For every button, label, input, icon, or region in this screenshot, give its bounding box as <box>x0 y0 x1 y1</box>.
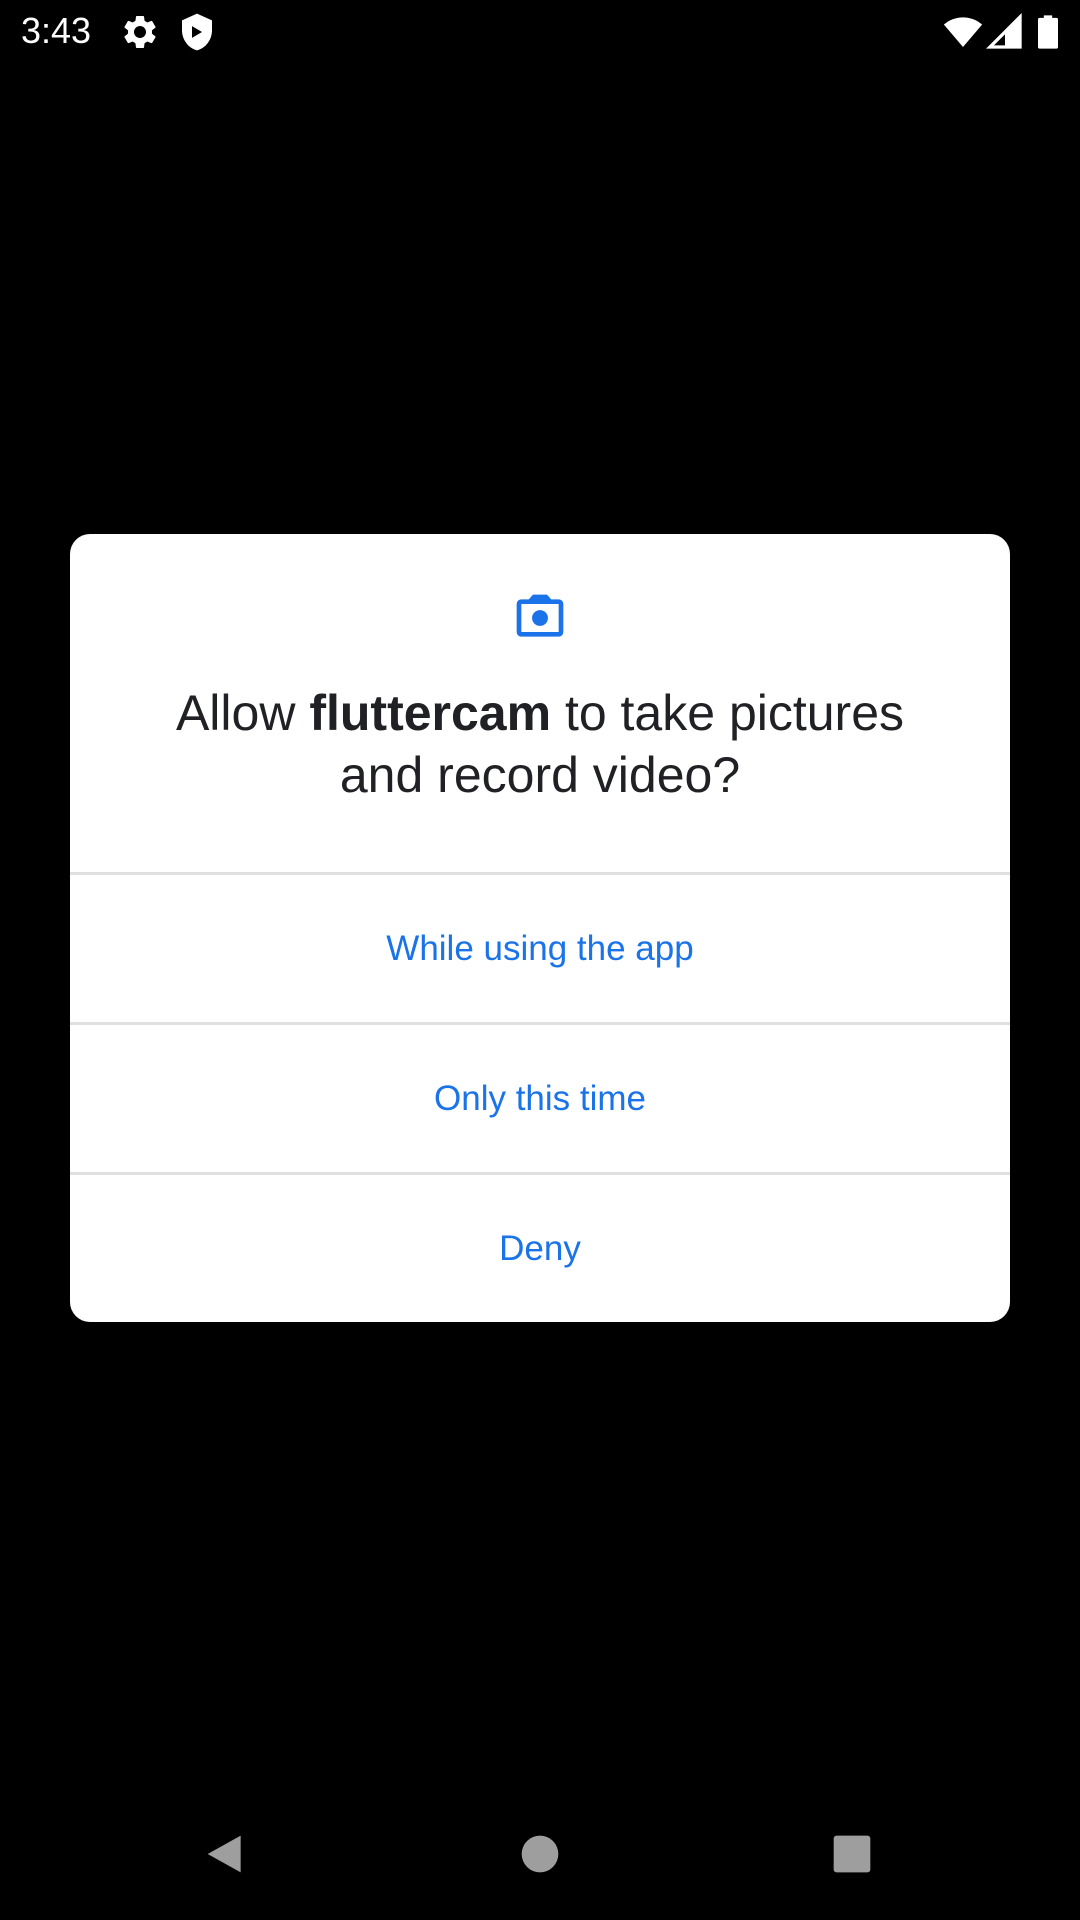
recents-icon[interactable] <box>830 1832 874 1876</box>
while-using-app-button[interactable]: While using the app <box>70 875 1010 1022</box>
dialog-header: Allow fluttercam to take pictures and re… <box>70 534 1010 872</box>
cell-signal-icon <box>985 12 1025 52</box>
title-prefix: Allow <box>175 685 310 741</box>
app-name: fluttercam <box>309 685 552 741</box>
only-this-time-button[interactable]: Only this time <box>70 1025 1010 1172</box>
status-time: 3:43 <box>21 10 92 51</box>
back-icon[interactable] <box>204 1832 248 1876</box>
wifi-icon <box>943 12 983 52</box>
battery-icon <box>1028 12 1068 52</box>
home-icon[interactable] <box>518 1832 562 1876</box>
permission-dialog: Allow fluttercam to take pictures and re… <box>70 534 1010 1322</box>
shield-icon <box>177 12 217 52</box>
dialog-title: Allow fluttercam to take pictures and re… <box>130 682 950 806</box>
status-bar: 3:43 <box>0 0 1080 63</box>
gear-icon <box>120 12 160 52</box>
deny-button[interactable]: Deny <box>70 1175 1010 1322</box>
screen: 3:43 Allow fluttercam to take pictures a… <box>0 0 1080 1920</box>
camera-icon <box>512 590 568 646</box>
